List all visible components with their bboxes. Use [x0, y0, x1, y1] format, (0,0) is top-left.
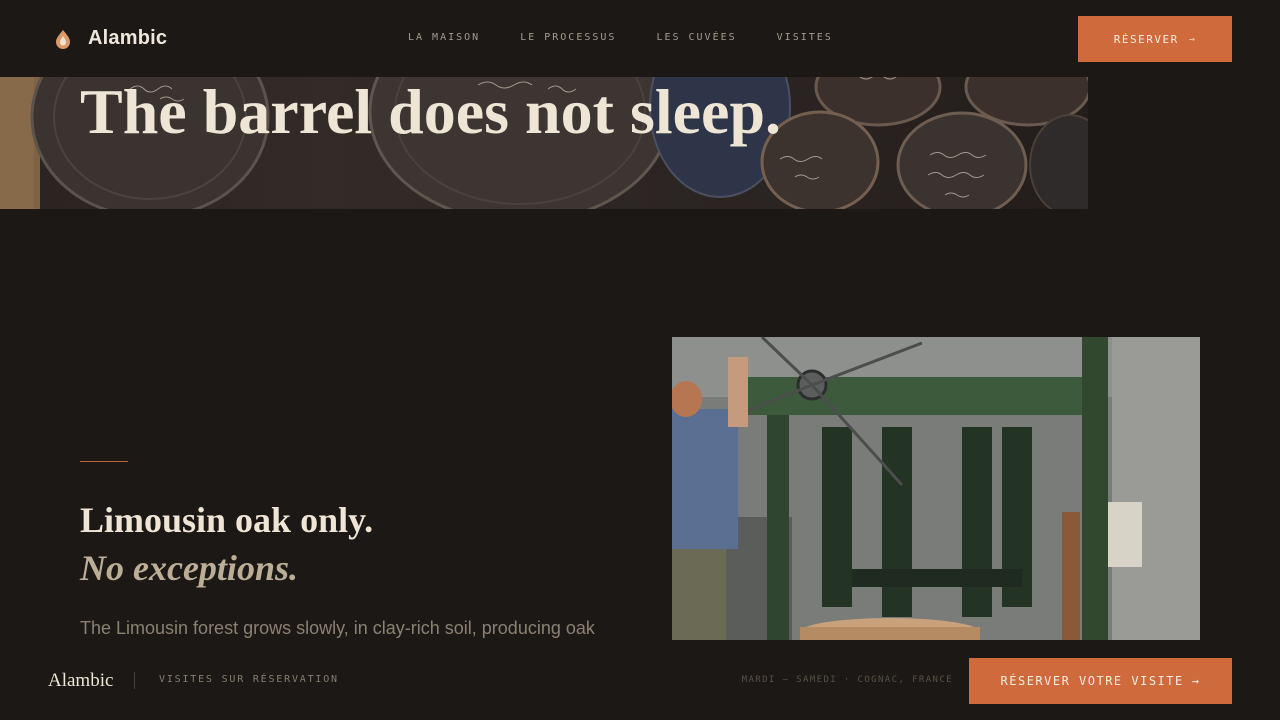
wine-press-photo	[672, 337, 1200, 640]
flame-drop-icon	[56, 29, 70, 49]
brand-logo-link[interactable]: Alambic	[54, 27, 167, 50]
section-heading: Limousin oak only. No exceptions.	[80, 496, 373, 592]
arrow-right-icon: →	[1191, 674, 1201, 688]
footer-note: VISITES SUR RÉSERVATION	[159, 674, 339, 685]
footer-brand[interactable]: Alambic	[48, 670, 113, 692]
section-heading-line2: No exceptions.	[80, 548, 298, 588]
nav-link-les-cuvees[interactable]: LES CUVÉES	[656, 32, 736, 43]
top-navigation: Alambic LA MAISON LE PROCESSUS LES CUVÉE…	[0, 0, 1280, 77]
hero-banner: The barrel does not sleep.	[0, 77, 1088, 209]
hero-title: The barrel does not sleep.	[80, 77, 782, 147]
reserve-visit-button[interactable]: RÉSERVER VOTRE VISITE →	[969, 658, 1232, 704]
section-body: The Limousin forest grows slowly, in cla…	[80, 618, 595, 638]
footer-bar: Alambic VISITES SUR RÉSERVATION MARDI – …	[0, 642, 1280, 720]
reserve-visit-label: RÉSERVER VOTRE VISITE	[1000, 674, 1184, 688]
footer-separator	[134, 672, 135, 689]
brand-name: Alambic	[88, 27, 168, 49]
nav-link-la-maison[interactable]: LA MAISON	[408, 32, 480, 43]
arrow-right-icon: →	[1188, 33, 1197, 45]
footer-hours-location: MARDI – SAMEDI · COGNAC, FRANCE	[741, 675, 953, 685]
reserve-button-label: RÉSERVER	[1113, 32, 1179, 46]
nav-link-le-processus[interactable]: LE PROCESSUS	[520, 32, 616, 43]
reserve-button[interactable]: RÉSERVER →	[1078, 16, 1232, 62]
section-heading-line1: Limousin oak only.	[80, 500, 374, 540]
nav-link-visites[interactable]: VISITES	[777, 32, 833, 43]
accent-divider	[80, 461, 128, 462]
main-menu: LA MAISON LE PROCESSUS LES CUVÉES VISITE…	[408, 32, 833, 43]
